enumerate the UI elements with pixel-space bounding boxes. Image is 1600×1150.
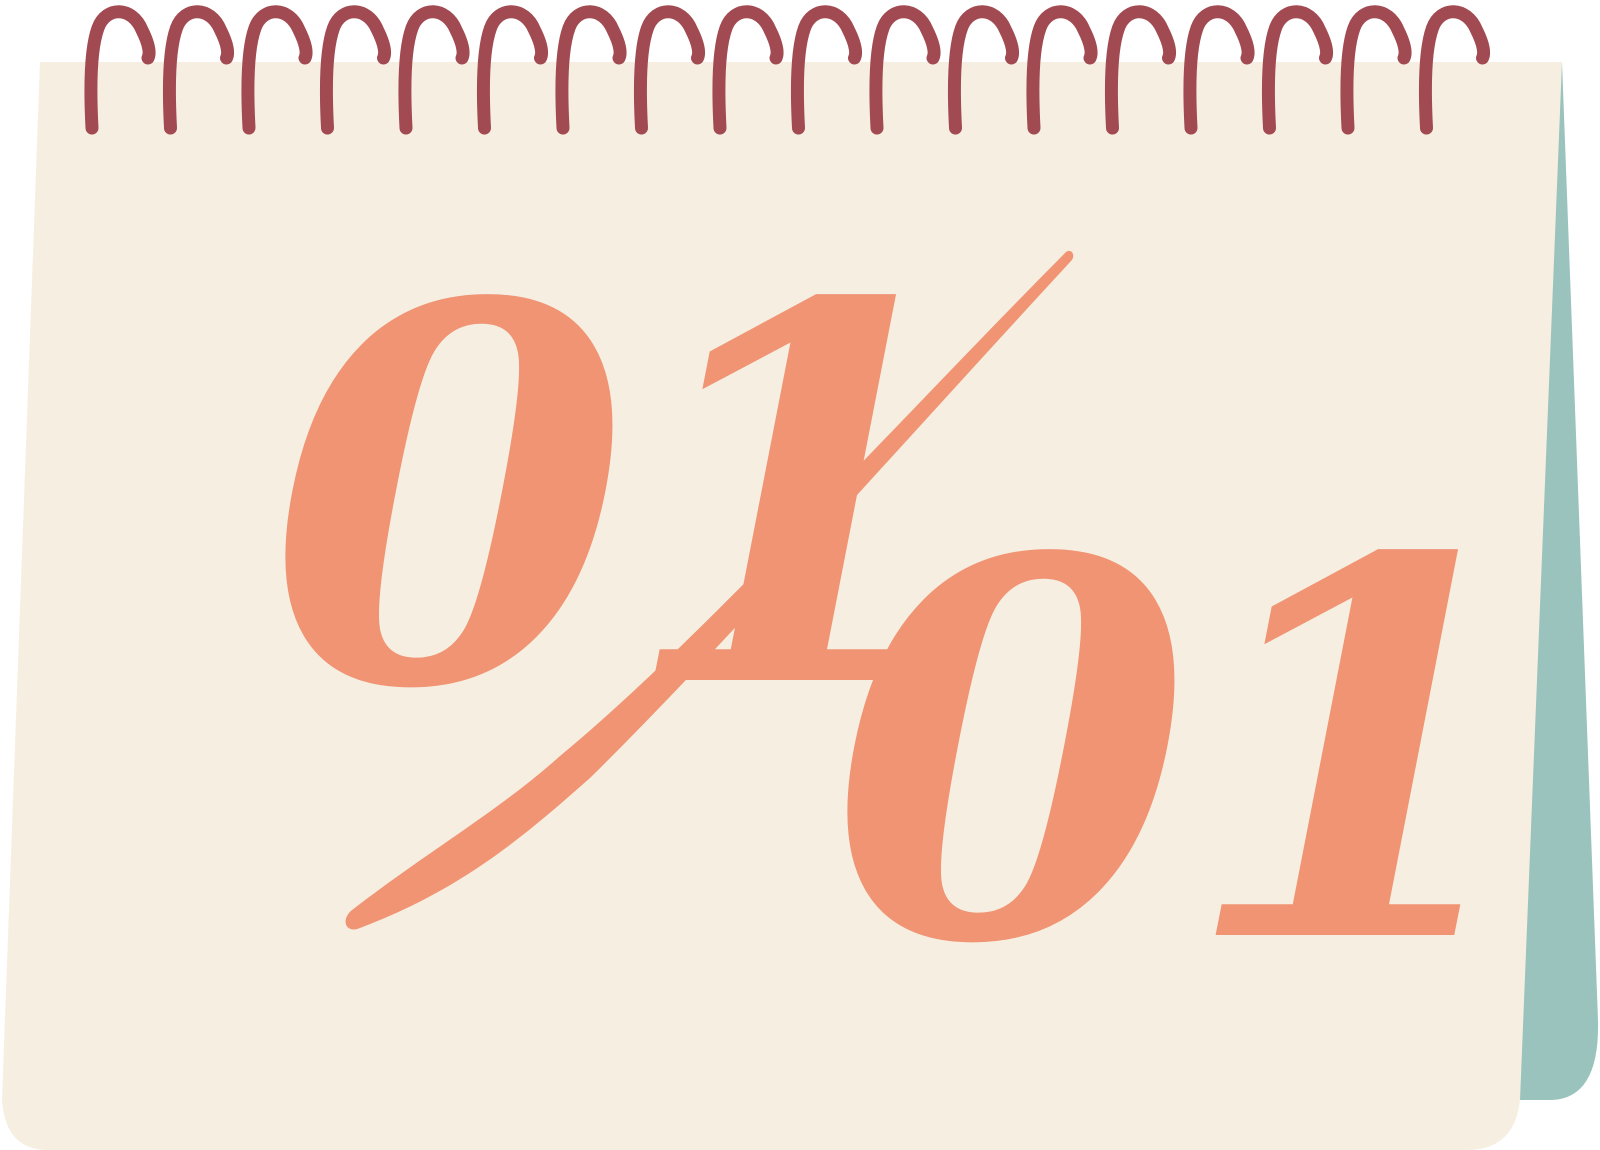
calendar-illustration: 01 01 [0,0,1600,1150]
date-bottom-numerals: 01 [830,447,1534,1058]
desk-calendar: 01 01 [2,5,1599,1150]
